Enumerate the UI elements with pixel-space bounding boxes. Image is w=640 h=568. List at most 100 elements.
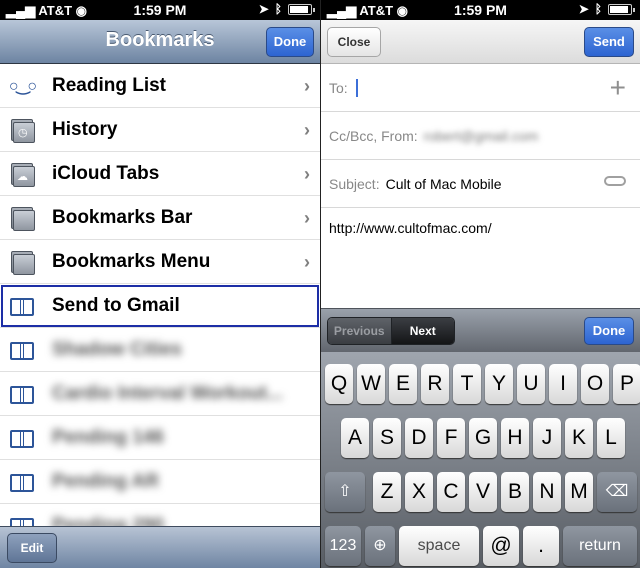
- keyboard-done-button[interactable]: Done: [584, 317, 634, 345]
- key-v[interactable]: V: [469, 472, 497, 512]
- text-cursor: [355, 78, 358, 97]
- compose-navbar: Close Send: [321, 20, 640, 64]
- bookmarks-navbar: Bookmarks Done: [0, 20, 320, 64]
- backspace-icon[interactable]: ⌫: [597, 472, 637, 512]
- key-h[interactable]: H: [501, 418, 529, 458]
- bookmark-row[interactable]: ○‿○ Reading List ›: [0, 64, 320, 108]
- bookmark-label: Shadow Cities: [52, 338, 182, 360]
- key-o[interactable]: O: [581, 364, 609, 404]
- bookmark-label: Bookmarks Menu: [52, 250, 211, 272]
- book-icon: [0, 284, 44, 328]
- bookmark-label: Cardio Interval Workout...: [52, 382, 283, 404]
- key-c[interactable]: C: [437, 472, 465, 512]
- subject-field[interactable]: Subject: Cult of Mac Mobile: [321, 160, 640, 208]
- bookmark-row[interactable]: Bookmarks Bar ›: [0, 196, 320, 240]
- status-bar: ▂▄▆ AT&T ◉ 1:59 PM ➤ ᛒ: [321, 0, 640, 20]
- key-y[interactable]: Y: [485, 364, 513, 404]
- subject-value: Cult of Mac Mobile: [385, 175, 502, 192]
- bluetooth-icon: ᛒ: [594, 2, 602, 16]
- battery-icon: [608, 3, 635, 15]
- key-s[interactable]: S: [373, 418, 401, 458]
- numbers-key[interactable]: 123: [325, 526, 361, 566]
- at-key[interactable]: @: [483, 526, 519, 566]
- history-folder-icon: ◷: [0, 108, 44, 152]
- message-body[interactable]: http://www.cultofmac.com/: [329, 220, 492, 236]
- bookmark-label: Reading List: [52, 74, 167, 96]
- key-j[interactable]: J: [533, 418, 561, 458]
- prev-next-control: Previous Next: [327, 317, 455, 345]
- icloud-folder-icon: ☁: [0, 152, 44, 196]
- key-n[interactable]: N: [533, 472, 561, 512]
- key-p[interactable]: P: [613, 364, 640, 404]
- bookmark-label: Send to Gmail: [52, 294, 180, 316]
- bookmark-row[interactable]: ◷ History ›: [0, 108, 320, 152]
- reading-list-glasses-icon: ○‿○: [8, 77, 37, 95]
- key-t[interactable]: T: [453, 364, 481, 404]
- location-icon: ➤: [578, 2, 589, 16]
- key-r[interactable]: R: [421, 364, 449, 404]
- bookmark-label: Bookmarks Bar: [52, 206, 193, 228]
- bookmark-row[interactable]: Cardio Interval Workout...: [0, 372, 320, 416]
- subject-label: Subject:: [329, 175, 380, 192]
- location-icon: ➤: [258, 2, 269, 16]
- attachment-icon[interactable]: [604, 176, 626, 186]
- previous-button[interactable]: Previous: [328, 318, 392, 344]
- key-l[interactable]: L: [597, 418, 625, 458]
- book-icon: [0, 504, 44, 526]
- folder-icon: [0, 196, 44, 240]
- done-button[interactable]: Done: [266, 27, 314, 57]
- status-bar: ▂▄▆ AT&T ◉ 1:59 PM ➤ ᛒ: [0, 0, 320, 20]
- key-u[interactable]: U: [517, 364, 545, 404]
- keyboard-accessory-bar: Previous Next Done: [321, 308, 640, 352]
- key-m[interactable]: M: [565, 472, 593, 512]
- bookmark-row[interactable]: Send to Gmail: [0, 284, 320, 328]
- send-button[interactable]: Send: [584, 27, 634, 57]
- key-x[interactable]: X: [405, 472, 433, 512]
- status-icons: ➤ ᛒ: [258, 2, 315, 16]
- key-z[interactable]: Z: [373, 472, 401, 512]
- to-field[interactable]: To: +: [321, 64, 640, 112]
- key-q[interactable]: Q: [325, 364, 353, 404]
- key-k[interactable]: K: [565, 418, 593, 458]
- edit-button[interactable]: Edit: [7, 533, 57, 563]
- bookmark-row[interactable]: Bookmarks Menu ›: [0, 240, 320, 284]
- bookmark-row[interactable]: Pending AR: [0, 460, 320, 504]
- bookmark-label: Pending 146: [52, 426, 164, 448]
- next-button[interactable]: Next: [391, 318, 454, 344]
- key-e[interactable]: E: [389, 364, 417, 404]
- bookmark-row[interactable]: Pending 290: [0, 504, 320, 526]
- keyboard: Q W E R T Y U I O P A S D F G H J K L ⇧ Z X C V B N M ⌫ 123 ⊕ space @. r…: [321, 352, 640, 568]
- bookmarks-list: ○‿○ Reading List › ◷ History › ☁ iCloud Tabs › Bo…: [0, 64, 320, 526]
- key-f[interactable]: F: [437, 418, 465, 458]
- shift-icon[interactable]: ⇧: [325, 472, 365, 512]
- bookmark-label: Pending 290: [52, 514, 164, 527]
- chevron-right-icon: ›: [304, 120, 310, 140]
- folder-icon: [0, 240, 44, 284]
- key-g[interactable]: G: [469, 418, 497, 458]
- key-d[interactable]: D: [405, 418, 433, 458]
- space-key[interactable]: space: [399, 526, 479, 566]
- cc-bcc-from-label: Cc/Bcc, From:: [329, 127, 418, 144]
- close-button[interactable]: Close: [327, 27, 381, 57]
- chevron-right-icon: ›: [304, 208, 310, 228]
- key-i[interactable]: I: [549, 364, 577, 404]
- book-icon: [0, 416, 44, 460]
- bookmark-row[interactable]: Pending 146: [0, 416, 320, 460]
- bluetooth-icon: ᛒ: [274, 2, 282, 16]
- key-a[interactable]: A: [341, 418, 369, 458]
- key-b[interactable]: B: [501, 472, 529, 512]
- bookmark-row[interactable]: Shadow Cities: [0, 328, 320, 372]
- return-key[interactable]: return: [563, 526, 637, 566]
- chevron-right-icon: ›: [304, 252, 310, 272]
- status-icons: ➤ ᛒ: [578, 2, 635, 16]
- globe-icon[interactable]: ⊕: [365, 526, 395, 566]
- book-icon: [0, 460, 44, 504]
- dot-key[interactable]: .: [523, 526, 559, 566]
- book-icon: [0, 372, 44, 416]
- chevron-right-icon: ›: [304, 76, 310, 96]
- bookmark-row[interactable]: ☁ iCloud Tabs ›: [0, 152, 320, 196]
- cc-bcc-from-field[interactable]: Cc/Bcc, From: robert@gmail.com: [321, 112, 640, 160]
- key-w[interactable]: W: [357, 364, 385, 404]
- add-contact-icon[interactable]: +: [610, 72, 626, 104]
- to-label: To:: [329, 79, 348, 96]
